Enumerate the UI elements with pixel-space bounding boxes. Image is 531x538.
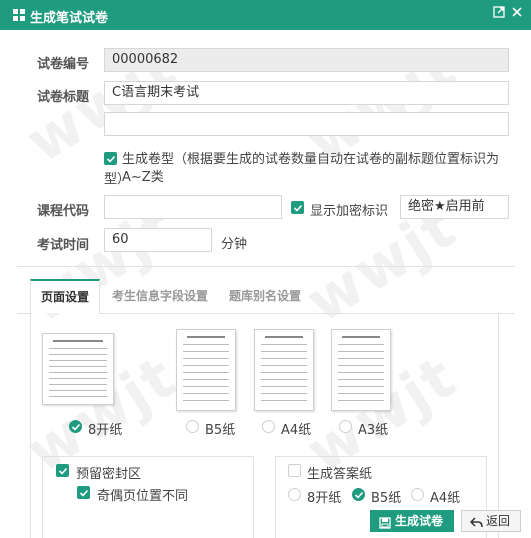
odd-even-label: 奇偶页位置不同 <box>97 489 189 504</box>
grid-icon <box>13 9 25 21</box>
radio-b5[interactable] <box>186 420 199 433</box>
generate-paper-button[interactable]: 生成试卷 <box>370 510 454 532</box>
gen-answer-checkbox[interactable] <box>288 464 301 477</box>
gen-answer-label: 生成答案纸 <box>307 467 373 482</box>
radio-b5-label: B5纸 <box>205 423 236 438</box>
maximize-icon[interactable] <box>491 6 507 22</box>
paper-subtitle-input[interactable] <box>112 113 501 135</box>
course-code-input[interactable] <box>112 196 274 218</box>
exam-time-label: 考试时间 <box>37 238 90 253</box>
reserve-seal-checkbox[interactable] <box>56 464 69 477</box>
paper-thumb-8k[interactable] <box>42 333 114 405</box>
window-titlebar: 生成笔试试卷 <box>0 0 531 30</box>
secret-text-field[interactable] <box>400 195 509 219</box>
paper-title-label: 试卷标题 <box>37 90 90 105</box>
paper-title-field[interactable] <box>104 81 509 105</box>
paper-thumb-b5[interactable] <box>176 329 236 411</box>
reserve-seal-label: 预留密封区 <box>76 467 142 482</box>
tab-examinee-fields[interactable]: 考生信息字段设置 <box>112 280 208 313</box>
tab-page-settings[interactable]: 页面设置 <box>30 279 101 313</box>
gen-type-desc-cont: 型） <box>104 172 131 187</box>
generate-paper-label: 生成试卷 <box>395 514 444 528</box>
gen-type-desc: （根据要生成的试卷数量自动在试卷的副标题位置标识为A~Z类 <box>122 152 500 185</box>
paper-title-input[interactable] <box>112 82 501 104</box>
gen-type-label: 生成卷型（根据要生成的试卷数量自动在试卷的副标题位置标识为A~Z类 <box>122 151 514 187</box>
course-code-field[interactable] <box>104 195 282 219</box>
exam-time-input[interactable] <box>112 229 204 251</box>
course-code-label: 课程代码 <box>37 204 90 219</box>
tabs-underline-left <box>17 313 30 314</box>
back-arrow-icon <box>469 515 483 535</box>
answer-radio-b5-label: B5纸 <box>371 491 402 506</box>
secret-text-input[interactable] <box>408 196 501 218</box>
paper-no-field: 00000682 <box>104 48 509 72</box>
odd-even-checkbox[interactable] <box>77 486 90 499</box>
radio-a3[interactable] <box>339 420 352 433</box>
paper-thumb-a3[interactable] <box>331 329 391 411</box>
paper-subtitle-field[interactable] <box>104 112 509 136</box>
radio-8k-label: 8开纸 <box>88 423 123 438</box>
paper-thumb-a4[interactable] <box>254 329 314 411</box>
back-button[interactable]: 返回 <box>461 510 521 532</box>
window-title: 生成笔试试卷 <box>30 11 109 26</box>
radio-a3-label: A3纸 <box>358 423 389 438</box>
tab-bank-alias[interactable]: 题库别名设置 <box>229 280 301 313</box>
paper-no-label: 试卷编号 <box>37 57 90 72</box>
answer-radio-a4-label: A4纸 <box>430 491 461 506</box>
exam-time-field[interactable] <box>104 228 212 252</box>
answer-radio-b5[interactable] <box>352 488 365 501</box>
back-label: 返回 <box>486 514 511 528</box>
gen-type-title: 生成卷型 <box>122 152 175 167</box>
close-icon[interactable] <box>509 6 525 22</box>
save-icon <box>379 515 391 535</box>
section-divider <box>17 266 515 267</box>
answer-radio-8k[interactable] <box>288 488 301 501</box>
show-secret-label: 显示加密标识 <box>310 204 389 219</box>
answer-radio-a4[interactable] <box>411 488 424 501</box>
exam-time-unit: 分钟 <box>221 237 248 252</box>
gen-type-checkbox[interactable] <box>104 152 117 165</box>
radio-8k[interactable] <box>69 420 82 433</box>
paper-no-value: 00000682 <box>112 52 179 67</box>
radio-a4-label: A4纸 <box>281 423 312 438</box>
answer-radio-8k-label: 8开纸 <box>307 491 342 506</box>
radio-a4[interactable] <box>262 420 275 433</box>
show-secret-checkbox[interactable] <box>291 201 304 214</box>
